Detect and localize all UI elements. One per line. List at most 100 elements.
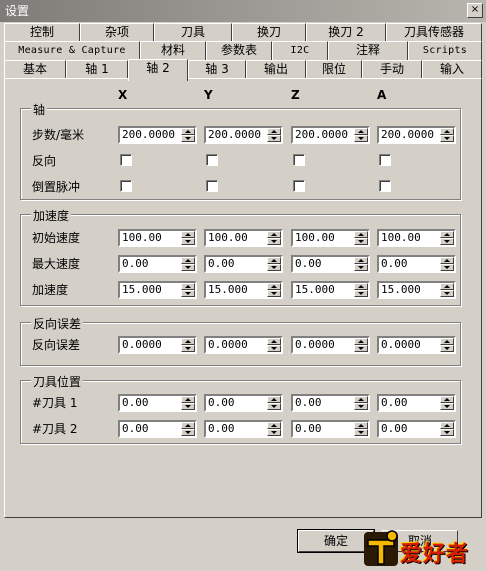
spin-buttons[interactable] xyxy=(181,231,195,245)
steps-per-mm-y-input[interactable]: 200.0000 xyxy=(204,126,283,144)
reverse-x-checkbox[interactable] xyxy=(120,154,132,166)
tab-control[interactable]: 控制 xyxy=(4,23,80,42)
spin-down-icon[interactable] xyxy=(181,238,195,245)
spin-down-icon[interactable] xyxy=(440,238,454,245)
backlash-a-input[interactable]: 0.0000 xyxy=(377,336,456,354)
spin-down-icon[interactable] xyxy=(354,264,368,271)
spin-down-icon[interactable] xyxy=(181,403,195,410)
spin-up-icon[interactable] xyxy=(440,231,454,238)
tab-tool[interactable]: 刀具 xyxy=(154,23,232,42)
steps-per-mm-z-input[interactable]: 200.0000 xyxy=(291,126,370,144)
tool-1-z-input[interactable]: 0.00 xyxy=(291,394,370,412)
invert-pulse-a-checkbox[interactable] xyxy=(379,180,391,192)
spin-buttons[interactable] xyxy=(440,231,454,245)
spin-buttons[interactable] xyxy=(354,396,368,410)
tab-scripts[interactable]: Scripts xyxy=(408,41,482,60)
spin-down-icon[interactable] xyxy=(267,135,281,142)
spin-down-icon[interactable] xyxy=(181,264,195,271)
spin-up-icon[interactable] xyxy=(354,396,368,403)
spin-up-icon[interactable] xyxy=(181,231,195,238)
spin-buttons[interactable] xyxy=(440,283,454,297)
spin-buttons[interactable] xyxy=(267,422,281,436)
max-speed-y-input[interactable]: 0.00 xyxy=(204,255,283,273)
max-speed-a-input[interactable]: 0.00 xyxy=(377,255,456,273)
initial-speed-z-input[interactable]: 100.00 xyxy=(291,229,370,247)
spin-down-icon[interactable] xyxy=(354,135,368,142)
spin-buttons[interactable] xyxy=(267,283,281,297)
spin-up-icon[interactable] xyxy=(354,338,368,345)
spin-buttons[interactable] xyxy=(267,128,281,142)
acceleration-y-input[interactable]: 15.000 xyxy=(204,281,283,299)
spin-down-icon[interactable] xyxy=(267,345,281,352)
tab-misc[interactable]: 杂项 xyxy=(80,23,154,42)
spin-buttons[interactable] xyxy=(354,128,368,142)
reverse-y-checkbox[interactable] xyxy=(206,154,218,166)
spin-up-icon[interactable] xyxy=(440,338,454,345)
invert-pulse-z-checkbox[interactable] xyxy=(293,180,305,192)
spin-down-icon[interactable] xyxy=(440,264,454,271)
spin-buttons[interactable] xyxy=(354,338,368,352)
spin-buttons[interactable] xyxy=(181,396,195,410)
initial-speed-y-input[interactable]: 100.00 xyxy=(204,229,283,247)
tab-tool-sensor[interactable]: 刀具传感器 xyxy=(386,23,482,42)
tool-2-y-input[interactable]: 0.00 xyxy=(204,420,283,438)
spin-buttons[interactable] xyxy=(440,257,454,271)
spin-buttons[interactable] xyxy=(181,283,195,297)
spin-up-icon[interactable] xyxy=(181,257,195,264)
spin-up-icon[interactable] xyxy=(354,283,368,290)
spin-buttons[interactable] xyxy=(354,231,368,245)
spin-up-icon[interactable] xyxy=(440,257,454,264)
tab-basic[interactable]: 基本 xyxy=(4,60,66,79)
backlash-x-input[interactable]: 0.0000 xyxy=(118,336,197,354)
spin-buttons[interactable] xyxy=(354,283,368,297)
spin-up-icon[interactable] xyxy=(440,128,454,135)
invert-pulse-y-checkbox[interactable] xyxy=(206,180,218,192)
spin-down-icon[interactable] xyxy=(440,429,454,436)
acceleration-x-input[interactable]: 15.000 xyxy=(118,281,197,299)
tab-toolchange[interactable]: 换刀 xyxy=(232,23,306,42)
acceleration-a-input[interactable]: 15.000 xyxy=(377,281,456,299)
spin-down-icon[interactable] xyxy=(267,238,281,245)
tab-output[interactable]: 输出 xyxy=(246,60,306,79)
spin-up-icon[interactable] xyxy=(181,338,195,345)
spin-down-icon[interactable] xyxy=(181,429,195,436)
tab-material[interactable]: 材料 xyxy=(140,41,206,60)
spin-buttons[interactable] xyxy=(181,257,195,271)
spin-down-icon[interactable] xyxy=(354,429,368,436)
spin-up-icon[interactable] xyxy=(354,128,368,135)
spin-up-icon[interactable] xyxy=(440,396,454,403)
initial-speed-a-input[interactable]: 100.00 xyxy=(377,229,456,247)
tab-axis-1[interactable]: 轴 1 xyxy=(66,60,128,79)
spin-up-icon[interactable] xyxy=(354,257,368,264)
spin-up-icon[interactable] xyxy=(440,422,454,429)
tool-2-x-input[interactable]: 0.00 xyxy=(118,420,197,438)
spin-up-icon[interactable] xyxy=(440,283,454,290)
spin-up-icon[interactable] xyxy=(354,422,368,429)
tab-manual[interactable]: 手动 xyxy=(362,60,422,79)
spin-up-icon[interactable] xyxy=(181,422,195,429)
backlash-y-input[interactable]: 0.0000 xyxy=(204,336,283,354)
tool-1-y-input[interactable]: 0.00 xyxy=(204,394,283,412)
spin-up-icon[interactable] xyxy=(267,128,281,135)
close-icon[interactable]: × xyxy=(467,3,483,18)
spin-down-icon[interactable] xyxy=(267,264,281,271)
spin-down-icon[interactable] xyxy=(440,345,454,352)
spin-down-icon[interactable] xyxy=(267,290,281,297)
tab-measure-capture[interactable]: Measure & Capture xyxy=(4,41,140,60)
spin-down-icon[interactable] xyxy=(267,403,281,410)
spin-up-icon[interactable] xyxy=(181,128,195,135)
spin-down-icon[interactable] xyxy=(440,403,454,410)
spin-up-icon[interactable] xyxy=(181,283,195,290)
max-speed-z-input[interactable]: 0.00 xyxy=(291,255,370,273)
backlash-z-input[interactable]: 0.0000 xyxy=(291,336,370,354)
spin-up-icon[interactable] xyxy=(267,257,281,264)
spin-up-icon[interactable] xyxy=(267,283,281,290)
steps-per-mm-a-input[interactable]: 200.0000 xyxy=(377,126,456,144)
tab-axis-3[interactable]: 轴 3 xyxy=(188,60,246,79)
spin-down-icon[interactable] xyxy=(354,345,368,352)
tab-notes[interactable]: 注释 xyxy=(328,41,408,60)
tool-2-z-input[interactable]: 0.00 xyxy=(291,420,370,438)
spin-buttons[interactable] xyxy=(181,422,195,436)
spin-buttons[interactable] xyxy=(267,338,281,352)
tab-parameter-table[interactable]: 参数表 xyxy=(206,41,272,60)
